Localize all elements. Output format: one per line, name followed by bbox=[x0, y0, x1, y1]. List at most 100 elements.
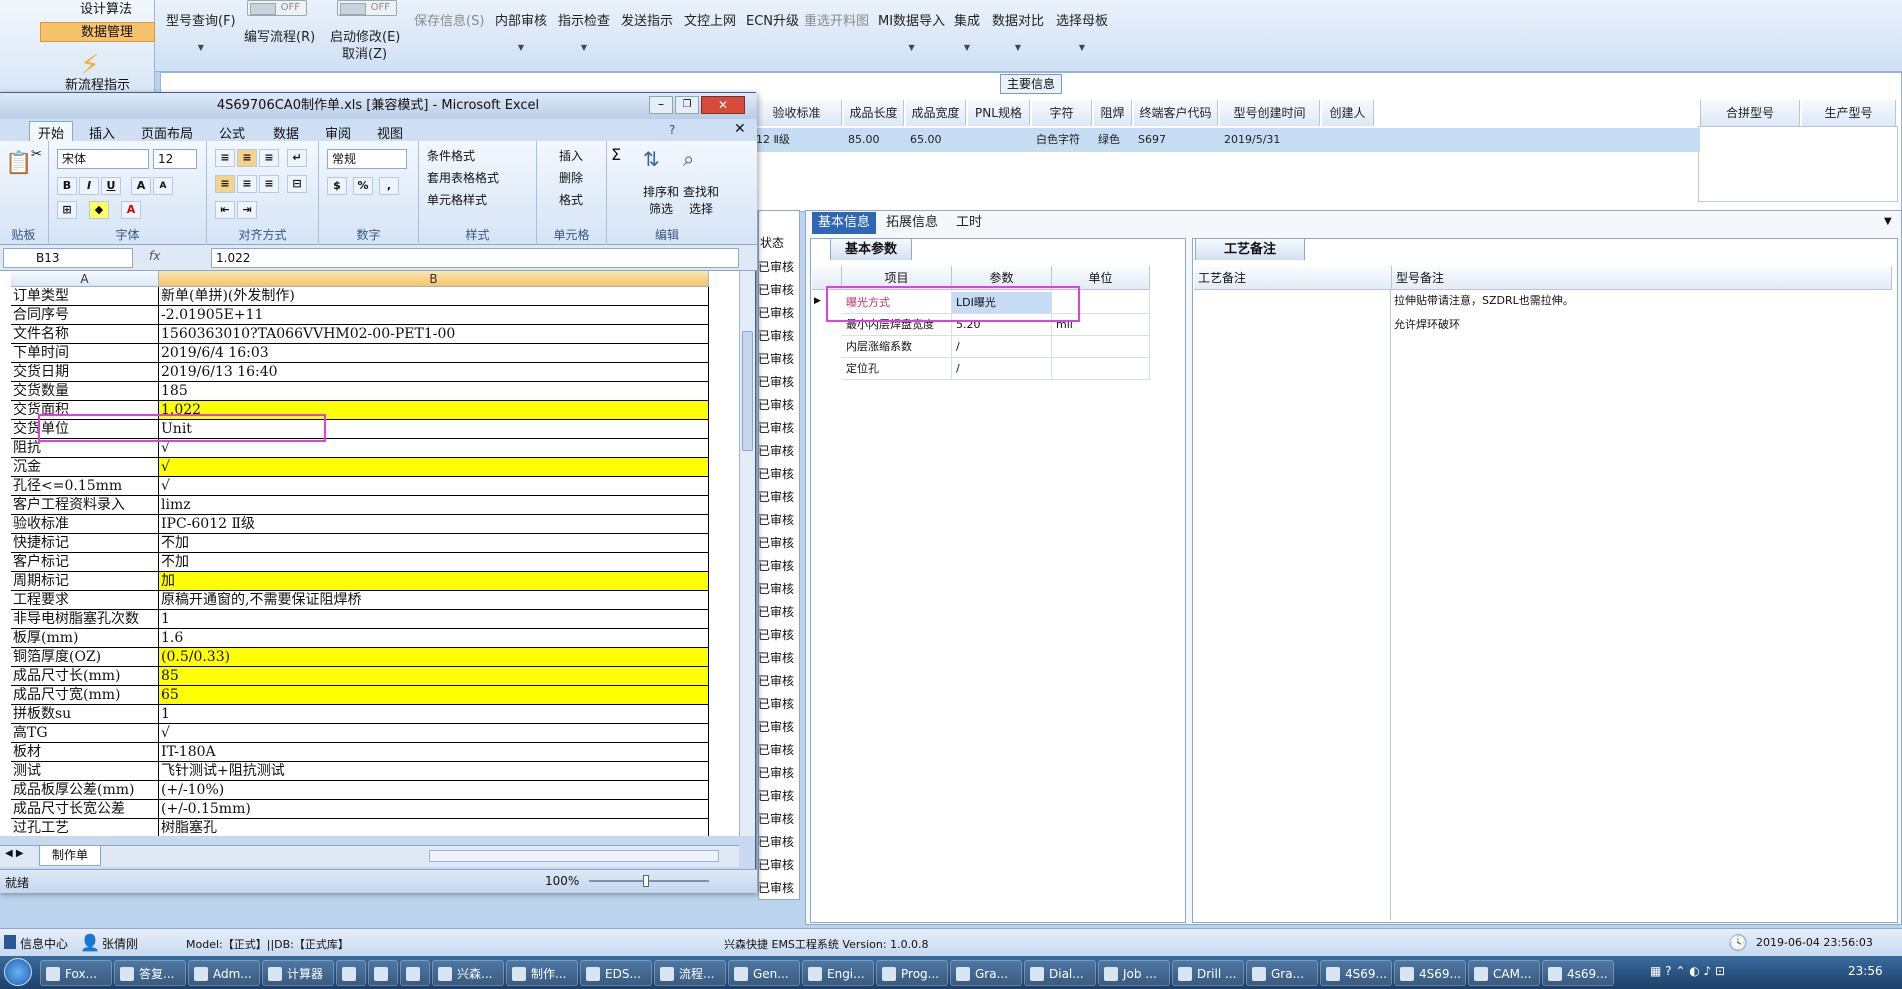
taskbar-item[interactable]: Dial... bbox=[1024, 960, 1096, 986]
status-cell[interactable]: 已审核 bbox=[758, 557, 808, 576]
chevron-down-icon[interactable]: ▼ bbox=[1884, 216, 1892, 227]
number-format-select[interactable]: 常规 bbox=[327, 149, 407, 169]
tab-review[interactable]: 审阅 bbox=[325, 123, 351, 142]
zoom-thumb[interactable] bbox=[643, 875, 649, 887]
info-center-label[interactable]: 信息中心 bbox=[20, 935, 68, 952]
taskbar-item[interactable]: Prog... bbox=[876, 960, 948, 986]
model-note-line[interactable]: 拉伸贴带请注意，SZDRL也需拉伸。 bbox=[1394, 292, 1574, 308]
cell-label[interactable]: 客户标记 bbox=[11, 553, 159, 572]
help-icon[interactable]: ? bbox=[669, 123, 675, 137]
write-flow-button[interactable]: 编写流程(R) bbox=[244, 26, 315, 45]
cell-label[interactable]: 文件名称 bbox=[11, 325, 159, 344]
fill-color-icon[interactable]: ◆ bbox=[89, 201, 109, 219]
col-header[interactable]: 成品宽度 bbox=[906, 100, 966, 126]
cut-icon[interactable]: ✂ bbox=[31, 147, 42, 162]
nav-data-management[interactable]: 数据管理 bbox=[40, 22, 155, 42]
merge-model-list[interactable] bbox=[1698, 126, 1898, 202]
col-header[interactable]: 终端客户代码 bbox=[1134, 100, 1218, 126]
data-compare-button[interactable]: 数据对比 ▼ bbox=[992, 10, 1044, 52]
cell-label[interactable]: 工程要求 bbox=[11, 591, 159, 610]
status-cell[interactable]: 已审核 bbox=[758, 304, 808, 323]
status-cell[interactable]: 已审核 bbox=[758, 534, 808, 553]
status-cell[interactable]: 已审核 bbox=[758, 442, 808, 461]
col-header-process-note[interactable]: 工艺备注 bbox=[1194, 266, 1392, 290]
cell-value[interactable]: (0.5/0.33) bbox=[159, 648, 709, 667]
cell-value[interactable]: 不加 bbox=[159, 553, 709, 572]
taskbar-item[interactable]: 答复... bbox=[114, 960, 186, 986]
worksheet-row[interactable]: 成品尺寸宽(mm) 65 bbox=[0, 686, 709, 705]
font-color-icon[interactable]: A bbox=[121, 201, 141, 219]
font-size-select[interactable]: 12 bbox=[153, 149, 197, 169]
cell-value[interactable]: 85 bbox=[159, 667, 709, 686]
indent-icon[interactable]: ⇤ bbox=[215, 201, 235, 219]
status-cell[interactable]: 已审核 bbox=[758, 879, 808, 898]
tab-formulas[interactable]: 公式 bbox=[219, 123, 245, 142]
status-cell[interactable]: 已审核 bbox=[758, 511, 808, 530]
border-icon[interactable]: ⊞ bbox=[57, 201, 77, 219]
taskbar-clock[interactable]: 23:56 bbox=[1848, 964, 1883, 978]
cell-value[interactable]: 加 bbox=[159, 572, 709, 591]
taskbar-item[interactable]: CAM... bbox=[1468, 960, 1540, 986]
sheet-nav-icon[interactable]: ◀ ▶ bbox=[5, 848, 24, 859]
status-cell[interactable]: 已审核 bbox=[758, 833, 808, 852]
status-cell[interactable]: 已审核 bbox=[758, 603, 808, 622]
taskbar-item[interactable]: Fox... bbox=[40, 960, 112, 986]
cell-value[interactable]: 2019/6/4 16:03 bbox=[159, 344, 709, 363]
cell[interactable]: 绿色 bbox=[1094, 128, 1120, 152]
close-workbook-icon[interactable]: ✕ bbox=[734, 121, 746, 137]
worksheet-row[interactable]: 沉金 √ bbox=[0, 458, 709, 477]
cell-value[interactable]: 1560363010?TA066VVHM02-00-PET1-00 bbox=[159, 325, 709, 344]
taskbar-item[interactable]: Gen... bbox=[728, 960, 800, 986]
col-header[interactable]: PNL规格 bbox=[968, 100, 1030, 126]
model-note-line[interactable]: 允许焊环破环 bbox=[1394, 316, 1460, 332]
cell-value[interactable]: 原稿开通窗的,不需要保证阻焊桥 bbox=[159, 591, 709, 610]
worksheet-row[interactable]: 成品板厚公差(mm) (+/-10%) bbox=[0, 781, 709, 800]
find-icon[interactable]: ⌕ bbox=[683, 147, 694, 171]
cell-label[interactable]: 成品尺寸宽(mm) bbox=[11, 686, 159, 705]
horizontal-scrollbar[interactable] bbox=[429, 850, 719, 862]
instruction-check-button[interactable]: 指示检查 ▼ bbox=[558, 10, 610, 52]
fx-icon[interactable]: fx bbox=[149, 249, 160, 263]
col-header-model-note[interactable]: 型号备注 bbox=[1392, 266, 1892, 290]
sheet-tab-active[interactable]: 制作单 bbox=[39, 846, 102, 866]
cell-label[interactable]: 过孔工艺 bbox=[11, 819, 159, 836]
cell-value[interactable]: limz bbox=[159, 496, 709, 515]
status-cell[interactable]: 已审核 bbox=[758, 695, 808, 714]
cell-label[interactable]: 订单类型 bbox=[11, 287, 159, 306]
maximize-button[interactable]: ❐ bbox=[675, 96, 699, 114]
param-unit[interactable] bbox=[1052, 358, 1150, 380]
zoom-level[interactable]: 100% bbox=[545, 874, 579, 888]
status-cell[interactable]: 已审核 bbox=[758, 810, 808, 829]
align-bottom-icon[interactable]: ≡ bbox=[259, 149, 279, 167]
model-query-button[interactable]: 型号查询(F) ▼ bbox=[166, 10, 236, 52]
sort-filter-icon[interactable]: ⇅ bbox=[643, 147, 660, 171]
cell[interactable]: S697 bbox=[1134, 128, 1166, 152]
worksheet-row[interactable]: 板厚(mm) 1.6 bbox=[0, 629, 709, 648]
font-name-select[interactable]: 宋体 bbox=[57, 149, 149, 169]
grow-font-button[interactable]: A bbox=[131, 177, 151, 195]
param-value[interactable]: / bbox=[952, 336, 1052, 358]
integrate-button[interactable]: 集成 ▼ bbox=[954, 10, 980, 52]
cell-label[interactable]: 非导电树脂塞孔次数 bbox=[11, 610, 159, 629]
status-cell[interactable]: 已审核 bbox=[758, 787, 808, 806]
tab-work-hours[interactable]: 工时 bbox=[950, 212, 988, 234]
edit-flow-toggle[interactable]: OFF bbox=[247, 0, 307, 16]
cell-value[interactable]: 新单(单拼)(外发制作) bbox=[159, 287, 709, 306]
taskbar-item[interactable]: Drill ... bbox=[1172, 960, 1244, 986]
merge-icon[interactable]: ⊟ bbox=[287, 175, 307, 193]
taskbar-item[interactable]: 4S69... bbox=[1320, 960, 1392, 986]
taskbar-item[interactable]: 制作... bbox=[506, 960, 578, 986]
worksheet-row[interactable]: 交货日期 2019/6/13 16:40 bbox=[0, 363, 709, 382]
cell-label[interactable]: 铜箔厚度(OZ) bbox=[11, 648, 159, 667]
vertical-scrollbar[interactable] bbox=[739, 271, 755, 836]
cell-label[interactable]: 成品尺寸长(mm) bbox=[11, 667, 159, 686]
sum-icon[interactable]: Σ bbox=[611, 145, 621, 164]
taskbar-item[interactable]: EDS... bbox=[580, 960, 652, 986]
delete-cells-button[interactable]: 删除 bbox=[559, 169, 583, 186]
mi-import-button[interactable]: MI数据导入 ▼ bbox=[878, 10, 945, 52]
worksheet-row[interactable]: 成品尺寸长(mm) 85 bbox=[0, 667, 709, 686]
align-right-icon[interactable]: ≡ bbox=[259, 175, 279, 193]
status-cell[interactable]: 已审核 bbox=[758, 281, 808, 300]
internal-review-button[interactable]: 内部审核 ▼ bbox=[495, 10, 547, 52]
worksheet-row[interactable]: 过孔工艺 树脂塞孔 bbox=[0, 819, 709, 836]
